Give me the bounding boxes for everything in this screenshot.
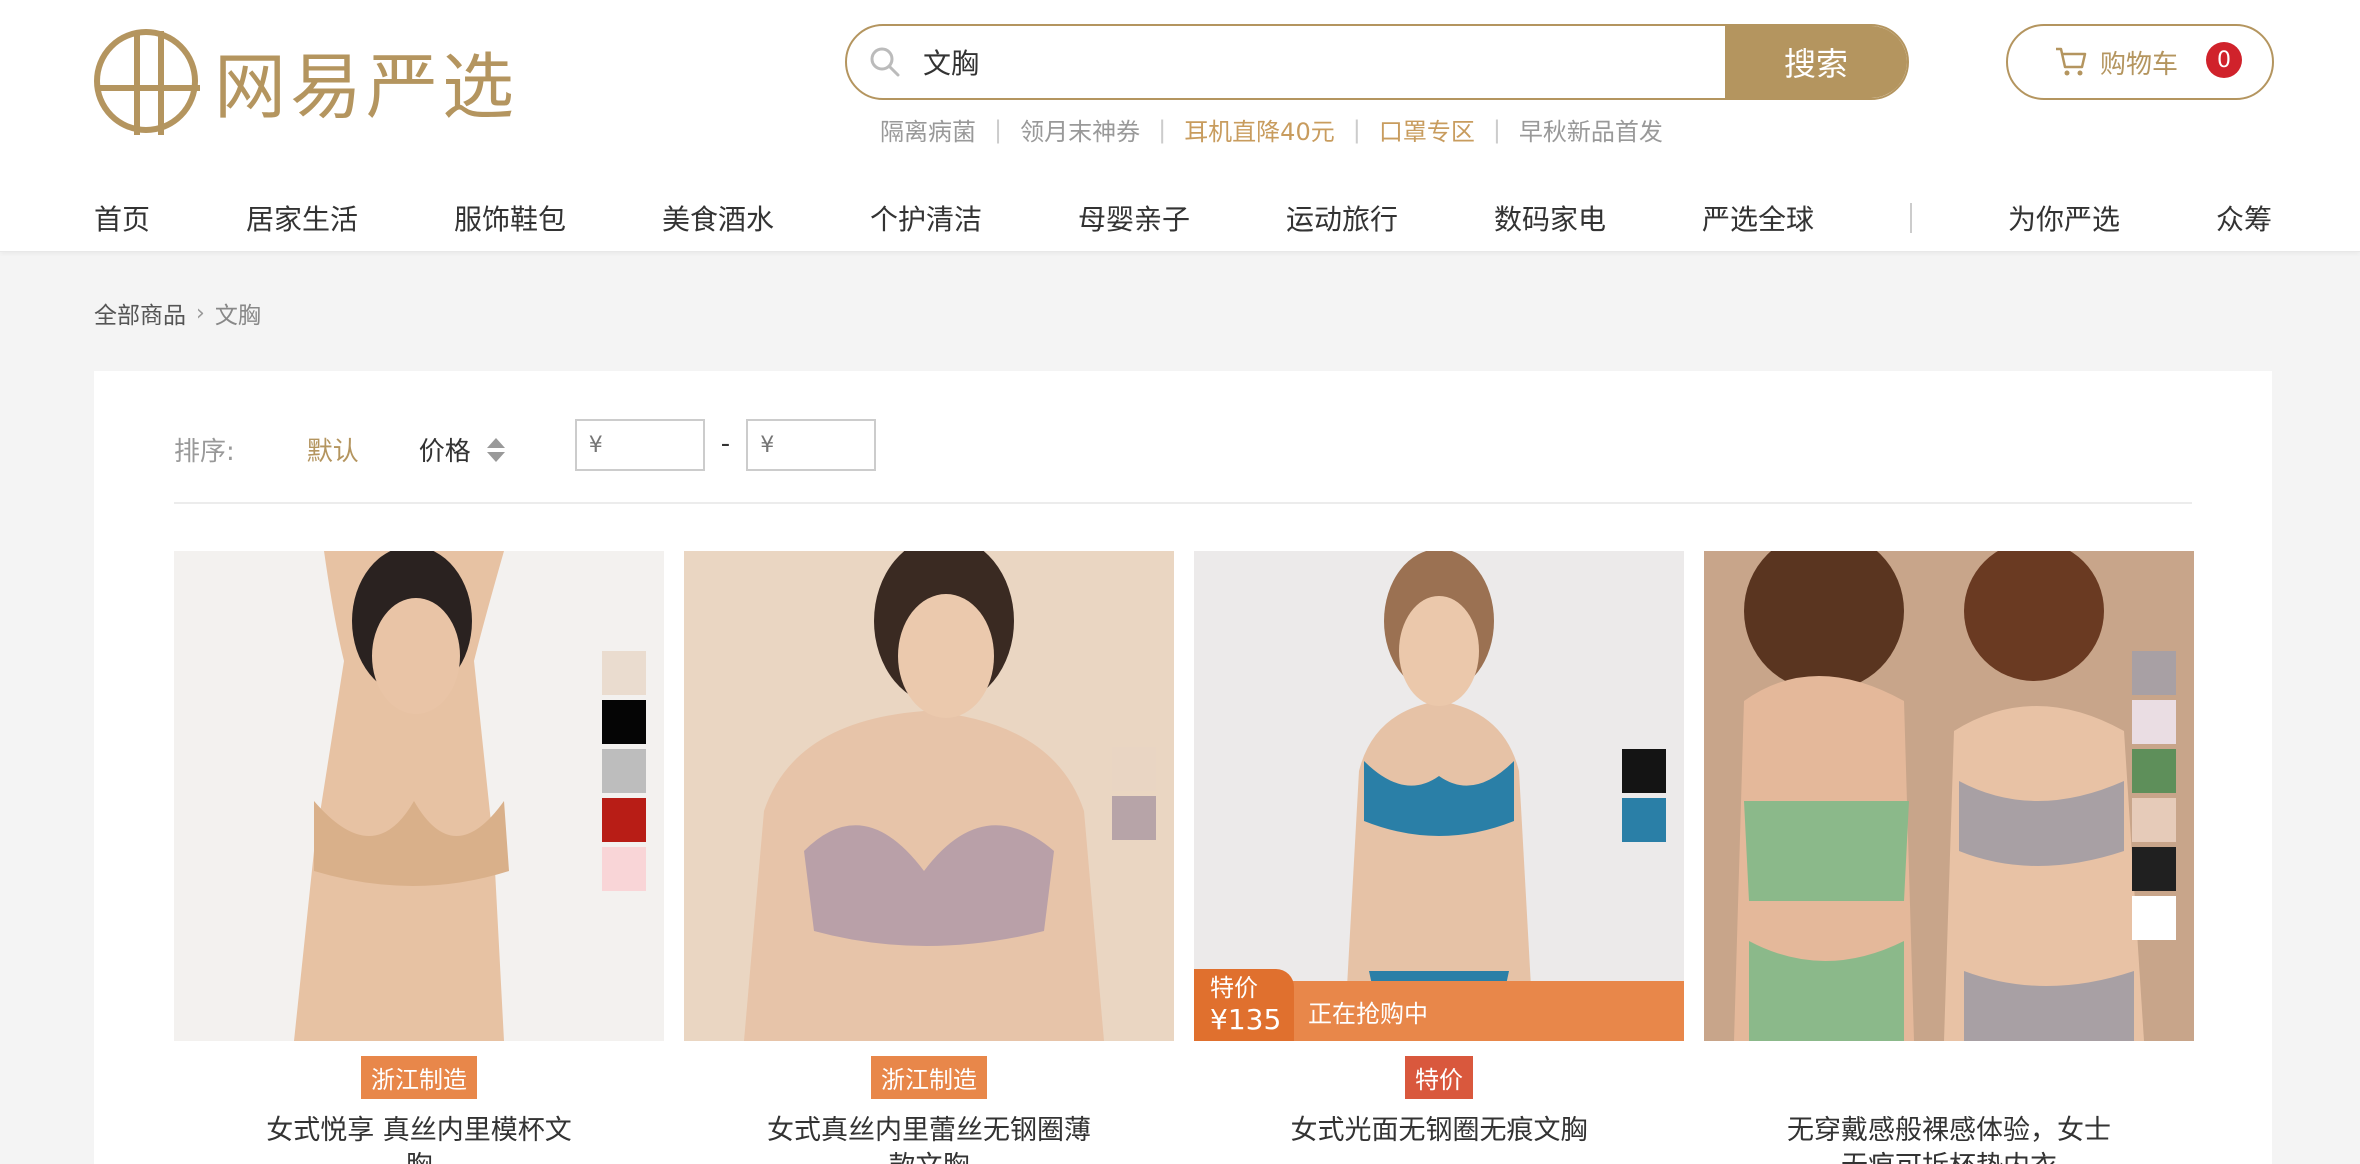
nav-item-food[interactable]: 美食酒水 xyxy=(662,198,774,238)
site-header: 网易严选 搜索 隔离病菌 | 领月末神券 | 耳机直降40元 | 口罩专区 | … xyxy=(0,0,2360,252)
color-swatch[interactable] xyxy=(2132,700,2176,744)
nav-item-digital[interactable]: 数码家电 xyxy=(1494,198,1606,238)
search-box: 搜索 xyxy=(845,24,1909,100)
cart-button[interactable]: 购物车 0 xyxy=(2006,24,2274,100)
hot-word[interactable]: 领月末神券 xyxy=(1020,112,1140,147)
search-icon xyxy=(847,26,923,98)
logo-mark-icon xyxy=(94,28,200,135)
color-swatch[interactable] xyxy=(2132,798,2176,842)
sort-price-label: 价格 xyxy=(418,437,471,467)
divider: | xyxy=(1352,115,1361,144)
product-panel: 排序: 默认 价格 - xyxy=(94,371,2272,1164)
product-tag: 浙江制造 xyxy=(361,1055,477,1099)
color-swatch[interactable] xyxy=(1112,747,1156,791)
logo[interactable]: 网易严选 xyxy=(94,28,519,135)
price-dash: - xyxy=(720,429,731,459)
breadcrumb: 全部商品 › 文胸 xyxy=(94,296,261,330)
product-image[interactable] xyxy=(684,551,1174,1041)
sort-price-button[interactable]: 价格 xyxy=(419,431,505,468)
nav-item-for-you[interactable]: 为你严选 xyxy=(2008,198,2120,238)
color-swatch[interactable] xyxy=(2132,896,2176,940)
product-tag: 浙江制造 xyxy=(871,1055,987,1099)
hot-word[interactable]: 隔离病菌 xyxy=(880,112,976,147)
color-swatches xyxy=(1112,747,1156,840)
nav-item-apparel[interactable]: 服饰鞋包 xyxy=(454,198,566,238)
cart-count-badge: 0 xyxy=(2206,42,2242,78)
sort-label: 排序: xyxy=(174,437,235,467)
product-grid: 浙江制造 女式悦享 真丝内里模杯文胸 浙江制造 女式真丝内里蕾丝无钢圈薄款文胸 xyxy=(174,551,2194,1164)
color-swatch[interactable] xyxy=(602,749,646,793)
nav-item-baby[interactable]: 母婴亲子 xyxy=(1078,198,1190,238)
product-card[interactable]: 正在抢购中 特价 ¥135 特价 女式光面无钢圈无痕文胸 xyxy=(1194,551,1684,1164)
color-swatches xyxy=(1622,749,1666,842)
color-swatch[interactable] xyxy=(602,700,646,744)
product-title[interactable]: 无穿戴感般裸感体验，女士无痕可拆杯垫内衣 xyxy=(1704,1113,2194,1164)
product-title[interactable]: 女式真丝内里蕾丝无钢圈薄款文胸 xyxy=(684,1113,1174,1164)
product-tag: 特价 xyxy=(1405,1055,1473,1099)
breadcrumb-root[interactable]: 全部商品 xyxy=(94,296,186,330)
nav-item-personal-care[interactable]: 个护清洁 xyxy=(870,198,982,238)
divider: | xyxy=(1492,115,1501,144)
nav-item-home[interactable]: 首页 xyxy=(94,198,150,238)
hot-word[interactable]: 口罩专区 xyxy=(1379,112,1475,147)
cart-label: 购物车 xyxy=(2100,49,2179,80)
divider: | xyxy=(994,115,1003,144)
product-title[interactable]: 女式悦享 真丝内里模杯文胸 xyxy=(174,1113,664,1164)
color-swatch[interactable] xyxy=(2132,651,2176,695)
sort-arrows-icon xyxy=(486,437,505,462)
flash-sale-text: 正在抢购中 xyxy=(1308,999,1428,1028)
hot-words: 隔离病菌 | 领月末神券 | 耳机直降40元 | 口罩专区 | 早秋新品首发 xyxy=(880,112,1663,147)
price-min-input[interactable] xyxy=(574,419,705,471)
logo-text: 网易严选 xyxy=(214,45,519,129)
nav-item-crowdfunding[interactable]: 众筹 xyxy=(2216,198,2272,238)
product-title[interactable]: 女式光面无钢圈无痕文胸 xyxy=(1194,1113,1684,1149)
color-swatch[interactable] xyxy=(1622,798,1666,842)
nav-divider xyxy=(1910,203,1912,233)
color-swatch[interactable] xyxy=(602,798,646,842)
color-swatch[interactable] xyxy=(1622,749,1666,793)
product-image[interactable] xyxy=(1704,551,2194,1041)
special-price-value: ¥135 xyxy=(1210,1003,1282,1036)
nav-item-home-living[interactable]: 居家生活 xyxy=(246,198,358,238)
product-image[interactable]: 正在抢购中 特价 ¥135 xyxy=(1194,551,1684,1041)
sort-bar: 排序: 默认 价格 - xyxy=(174,419,2192,504)
main-nav: 首页 居家生活 服饰鞋包 美食酒水 个护清洁 母婴亲子 运动旅行 数码家电 严选… xyxy=(94,196,2272,240)
product-card[interactable]: 无穿戴感般裸感体验，女士无痕可拆杯垫内衣 xyxy=(1704,551,2194,1164)
hot-word[interactable]: 耳机直降40元 xyxy=(1184,112,1335,147)
color-swatch[interactable] xyxy=(1112,796,1156,840)
breadcrumb-current: 文胸 xyxy=(214,303,261,329)
price-max-input[interactable] xyxy=(746,419,877,471)
divider: | xyxy=(1158,115,1167,144)
special-price-label: 特价 xyxy=(1210,974,1258,1002)
sort-default-button[interactable]: 默认 xyxy=(307,431,359,468)
cart-icon xyxy=(2056,47,2087,76)
product-card[interactable]: 浙江制造 女式悦享 真丝内里模杯文胸 xyxy=(174,551,664,1164)
nav-item-sports[interactable]: 运动旅行 xyxy=(1286,198,1398,238)
color-swatches xyxy=(2132,651,2176,940)
hot-word[interactable]: 早秋新品首发 xyxy=(1519,112,1663,147)
nav-item-global[interactable]: 严选全球 xyxy=(1702,198,1814,238)
product-card[interactable]: 浙江制造 女式真丝内里蕾丝无钢圈薄款文胸 xyxy=(684,551,1174,1164)
color-swatches xyxy=(602,651,646,891)
color-swatch[interactable] xyxy=(2132,749,2176,793)
color-swatch[interactable] xyxy=(602,651,646,695)
color-swatch[interactable] xyxy=(2132,847,2176,891)
chevron-right-icon: › xyxy=(196,300,205,326)
search-button[interactable]: 搜索 xyxy=(1725,26,1907,98)
search-input[interactable] xyxy=(923,26,1725,98)
color-swatch[interactable] xyxy=(602,847,646,891)
product-image[interactable] xyxy=(174,551,664,1041)
special-price-badge: 特价 ¥135 xyxy=(1194,969,1294,1041)
